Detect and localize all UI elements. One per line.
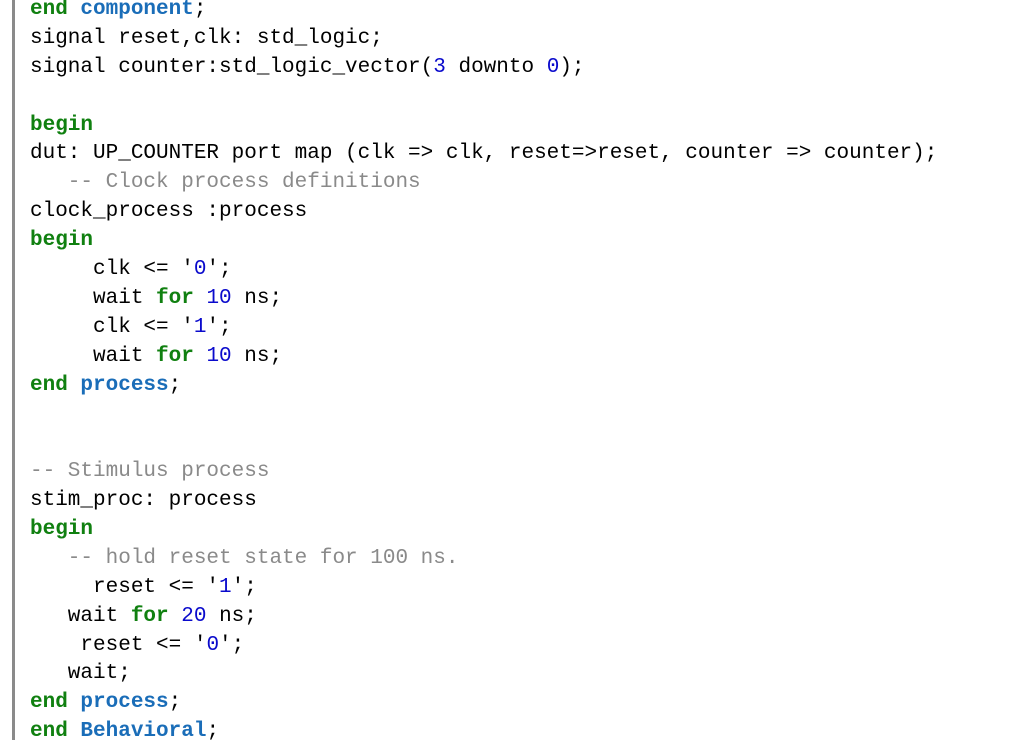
code-line: clock_process :process (30, 198, 937, 227)
code-line: begin (30, 227, 937, 256)
code-block-left-border (12, 0, 15, 740)
code-text: ns; (231, 286, 283, 310)
number-literal: 0 (546, 55, 560, 79)
code-text: '; (206, 258, 232, 282)
number-literal: 0 (206, 633, 220, 657)
code-text: wait (30, 344, 157, 368)
code-text: clock_process :process (30, 200, 308, 224)
code-line: wait for 10 ns; (30, 343, 937, 372)
code-text: signal reset,clk: std_logic; (30, 26, 383, 50)
keyword: begin (30, 518, 94, 542)
number-literal: 0 (193, 258, 207, 282)
keyword: end (30, 0, 68, 21)
code-text: clk <= ' (30, 258, 194, 282)
code-text: wait (30, 604, 131, 628)
keyword: for (156, 286, 194, 310)
keyword: for (130, 604, 169, 628)
code-text: reset <= ' (30, 633, 207, 657)
code-text: '; (219, 633, 245, 657)
code-line: end process; (30, 372, 937, 401)
keyword: component (80, 0, 194, 21)
code-text: ; (168, 373, 182, 397)
code-text: downto (445, 55, 547, 79)
code-text: signal counter:std_logic_vector( (30, 55, 434, 79)
code-line: end Behavioral; (30, 718, 937, 747)
code-text: reset <= ' (30, 575, 220, 599)
keyword: process (80, 373, 169, 397)
code-line: clk <= '0'; (30, 256, 937, 285)
code-text: wait; (30, 662, 131, 686)
code-line: begin (30, 112, 937, 141)
code-text: ns; (231, 344, 283, 368)
code-line: stim_proc: process (30, 487, 937, 516)
keyword: begin (30, 229, 94, 253)
code-line: reset <= '0'; (30, 632, 937, 661)
code-block: end component; signal reset,clk: std_logi… (0, 0, 1014, 743)
code-text: '; (206, 315, 232, 339)
keyword: end (30, 691, 68, 715)
number-literal: 10 (206, 286, 232, 310)
code-line: -- hold reset state for 100 ns. (30, 545, 937, 574)
code-line: -- Stimulus process (30, 458, 937, 487)
code-line: wait for 20 ns; (30, 603, 937, 632)
code-line: dut: UP_COUNTER port map (clk => clk, re… (30, 140, 937, 169)
code-line: clk <= '1'; (30, 314, 937, 343)
code-text: ; (193, 0, 207, 21)
code-text: ns; (206, 604, 257, 628)
keyword: end (30, 373, 68, 397)
number-literal: 1 (219, 575, 232, 599)
code-text: '; (231, 575, 257, 599)
code-line: signal counter:std_logic_vector(3 downto… (30, 54, 937, 83)
code-text: stim_proc: process (30, 489, 257, 513)
code-line: wait; (30, 660, 937, 689)
code-listing: end component; signal reset,clk: std_logi… (30, 0, 937, 747)
number-literal: 1 (193, 315, 207, 339)
code-text: wait (30, 286, 157, 310)
keyword: begin (30, 113, 94, 137)
code-line: end process; (30, 689, 937, 718)
code-line: begin (30, 516, 937, 545)
code-line: -- Clock process definitions (30, 169, 937, 198)
code-text: ); (559, 55, 585, 79)
number-literal: 10 (206, 344, 232, 368)
code-line: reset <= '1'; (30, 574, 937, 603)
comment: -- Clock process definitions (30, 171, 421, 195)
number-literal: 20 (181, 604, 207, 628)
code-line: wait for 10 ns; (30, 285, 937, 314)
keyword: for (156, 344, 194, 368)
code-line: signal reset,clk: std_logic; (30, 25, 937, 54)
comment: -- hold reset state for 100 ns. (30, 546, 459, 570)
code-text: ; (168, 691, 182, 715)
code-text: clk <= ' (30, 315, 194, 339)
comment: -- Stimulus process (30, 460, 270, 484)
keyword: process (80, 691, 169, 715)
code-text: dut: UP_COUNTER port map (clk => clk, re… (30, 142, 938, 166)
code-line: end component; (30, 0, 937, 25)
number-literal: 3 (433, 55, 446, 79)
